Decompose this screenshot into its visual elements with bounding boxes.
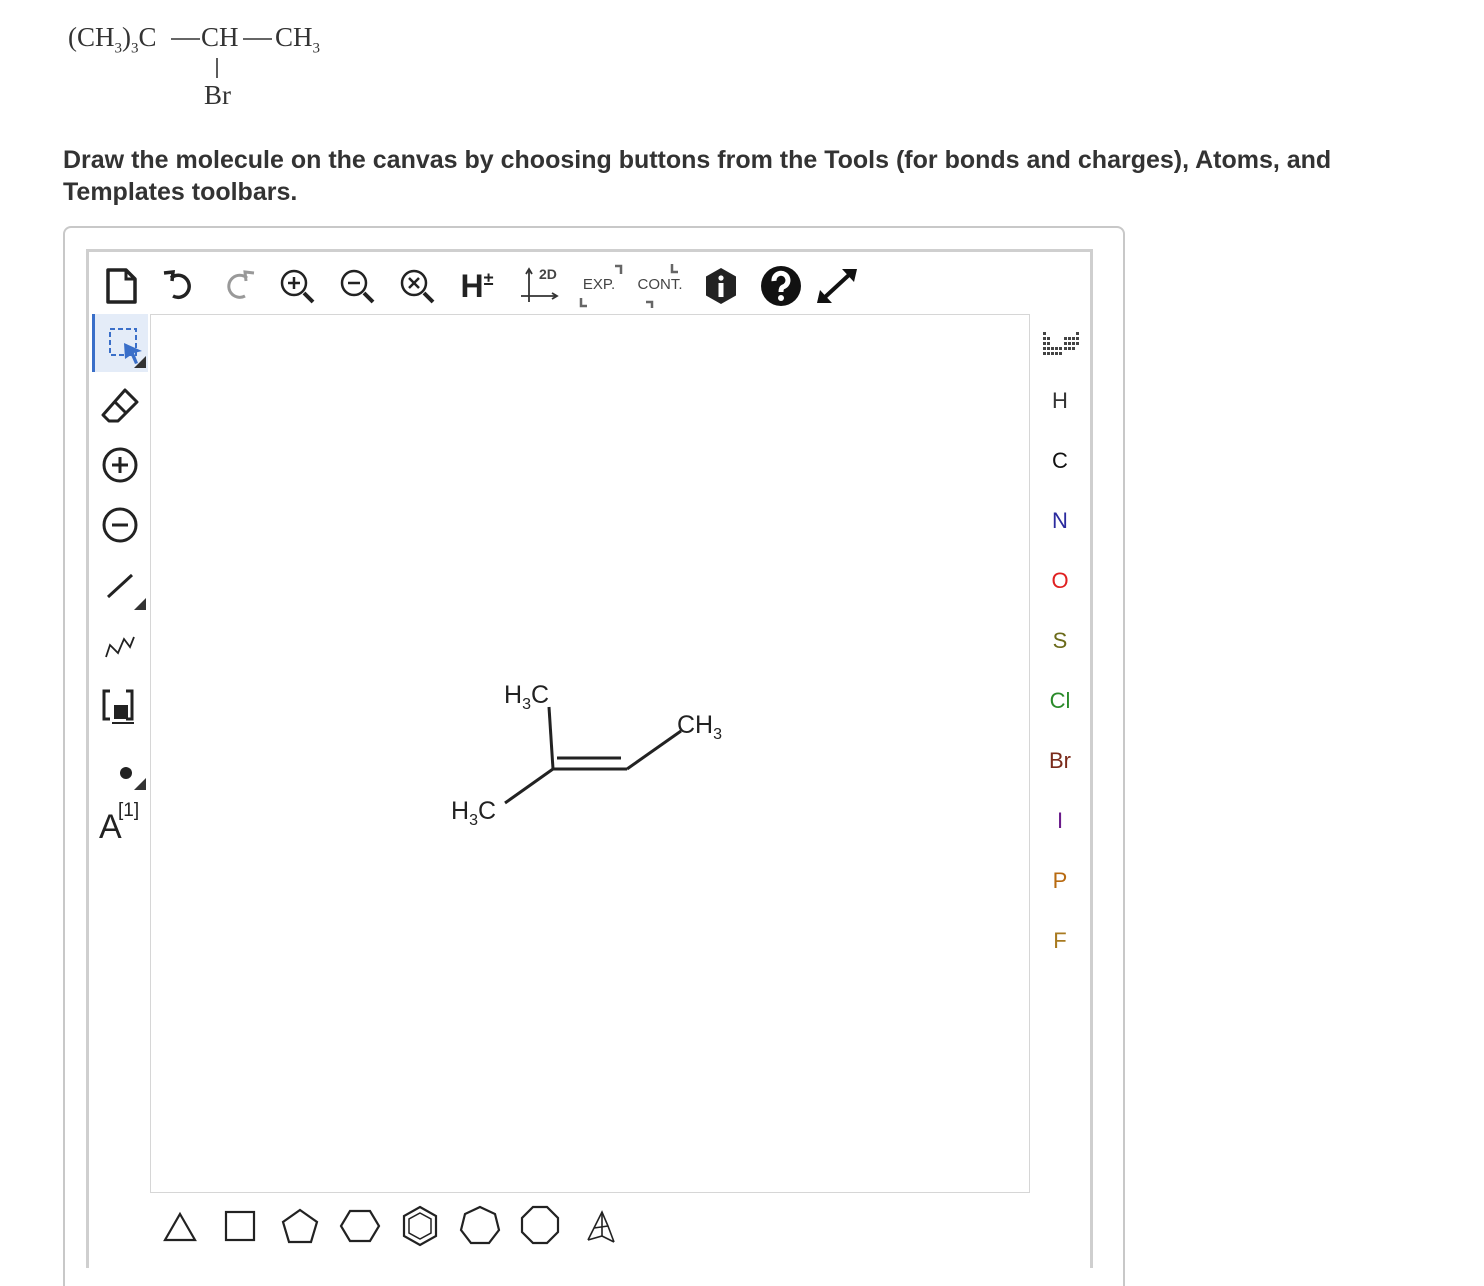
radical-tool-dropdown-corner <box>134 778 146 790</box>
pentagon-icon <box>281 1208 319 1244</box>
sgroup-bracket-button[interactable] <box>92 676 148 734</box>
template-cyclooctane-button[interactable] <box>512 1198 568 1254</box>
undo-icon <box>163 270 191 300</box>
zoom-in-icon <box>280 269 315 304</box>
atom-map-number: [1] <box>118 800 140 821</box>
plus-charge-icon <box>102 447 138 483</box>
formula-ch3: CH3 <box>275 22 321 57</box>
periodic-table-icon <box>1043 332 1079 355</box>
minus-charge-icon <box>102 507 138 543</box>
fullscreen-button[interactable] <box>812 258 862 314</box>
bond-right-methyl[interactable] <box>626 729 682 771</box>
chain-icon <box>105 636 135 658</box>
chain-tool-button[interactable] <box>92 616 148 674</box>
periodic-table-button[interactable] <box>1032 318 1088 368</box>
template-cyclopropane-button[interactable] <box>152 1198 208 1254</box>
atom-button-n[interactable]: N <box>1032 496 1088 546</box>
single-bond-button[interactable] <box>92 556 148 614</box>
zoom-reset-icon <box>400 269 435 304</box>
atom-button-br[interactable]: Br <box>1032 736 1088 786</box>
benzene-icon <box>402 1205 438 1247</box>
bond-tool-dropdown-corner <box>134 598 146 610</box>
atom-button-o[interactable]: O <box>1032 556 1088 606</box>
bond-top-methyl[interactable] <box>547 706 555 770</box>
template-benzene-button[interactable] <box>392 1198 448 1254</box>
heptagon-icon <box>459 1205 501 1245</box>
hydrogens-button[interactable]: H ± <box>452 258 502 314</box>
atom-button-cl[interactable]: Cl <box>1032 676 1088 726</box>
atom-button-p[interactable]: P <box>1032 856 1088 906</box>
square-icon <box>224 1210 256 1242</box>
atom-button-f[interactable]: F <box>1032 916 1088 966</box>
condensed-formula: (CH3)3C CH CH3 Br <box>60 14 360 114</box>
octagon-icon <box>520 1205 560 1245</box>
atom-button-h[interactable]: H <box>1032 376 1088 426</box>
formula-br: Br <box>204 80 231 110</box>
info-icon <box>706 268 736 304</box>
hydrogens-sign: ± <box>483 268 494 289</box>
instruction-text: Draw the molecule on the canvas by choos… <box>63 146 1332 206</box>
atom-button-c[interactable]: C <box>1032 436 1088 486</box>
formula-ch: CH <box>201 22 239 52</box>
contract-button[interactable]: CONT. <box>632 258 688 314</box>
help-icon <box>761 266 801 306</box>
zoom-out-button[interactable] <box>332 258 382 314</box>
atoms-toolbar: H C N O S Cl Br I P F <box>1032 318 1088 968</box>
hydrogens-label: H <box>460 267 484 304</box>
positive-charge-button[interactable] <box>92 436 148 494</box>
top-toolbar: H ± 2D EXP. CONT. <box>96 258 976 314</box>
clean-2d-button[interactable]: 2D <box>514 258 564 314</box>
atom-label-top-methyl[interactable]: H3C <box>504 681 549 714</box>
redo-button[interactable] <box>214 258 264 314</box>
atom-map-button[interactable]: A [1] <box>92 796 148 854</box>
formula-group-tbutyl: (CH3)3C <box>68 22 157 57</box>
zoom-reset-button[interactable] <box>392 258 442 314</box>
zoom-in-button[interactable] <box>272 258 322 314</box>
template-cycloheptane-button[interactable] <box>452 1198 508 1254</box>
atom-button-i[interactable]: I <box>1032 796 1088 846</box>
clean-2d-label: 2D <box>539 266 557 282</box>
expand-label: EXP. <box>582 275 616 293</box>
molecule-bonds <box>504 706 682 805</box>
hexagon-icon <box>339 1209 381 1243</box>
fullscreen-icon <box>817 269 857 303</box>
drawing-canvas[interactable]: H3C H3C CH3 <box>150 314 1030 1193</box>
atom-label-right-methyl[interactable]: CH3 <box>677 711 722 744</box>
redo-icon <box>227 270 255 299</box>
new-document-button[interactable] <box>96 258 146 314</box>
triangle-icon <box>163 1211 197 1242</box>
bracket-icon <box>102 689 134 724</box>
template-cyclobutane-button[interactable] <box>212 1198 268 1254</box>
eraser-icon <box>101 388 139 423</box>
info-button[interactable] <box>696 258 746 314</box>
new-document-icon <box>106 268 137 304</box>
templates-toolbar <box>150 1198 650 1254</box>
atom-label-left-methyl[interactable]: H3C <box>451 797 496 830</box>
radical-tool-button[interactable] <box>92 736 148 794</box>
select-tool-dropdown-corner <box>134 356 146 368</box>
negative-charge-button[interactable] <box>92 496 148 554</box>
select-tool-button[interactable] <box>92 314 148 372</box>
contract-label: CONT. <box>637 275 683 293</box>
template-cyclopentane-button[interactable] <box>272 1198 328 1254</box>
bond-left-methyl[interactable] <box>504 767 554 805</box>
template-cyclohexane-button[interactable] <box>332 1198 388 1254</box>
undo-button[interactable] <box>154 258 204 314</box>
norbornane-icon <box>587 1210 615 1243</box>
atom-button-s[interactable]: S <box>1032 616 1088 666</box>
help-button[interactable] <box>756 258 806 314</box>
template-bicyclic-button[interactable] <box>572 1198 628 1254</box>
expand-button[interactable]: EXP. <box>574 258 624 314</box>
erase-tool-button[interactable] <box>92 376 148 434</box>
left-toolbar: A [1] <box>92 314 150 874</box>
zoom-out-icon <box>340 269 375 304</box>
